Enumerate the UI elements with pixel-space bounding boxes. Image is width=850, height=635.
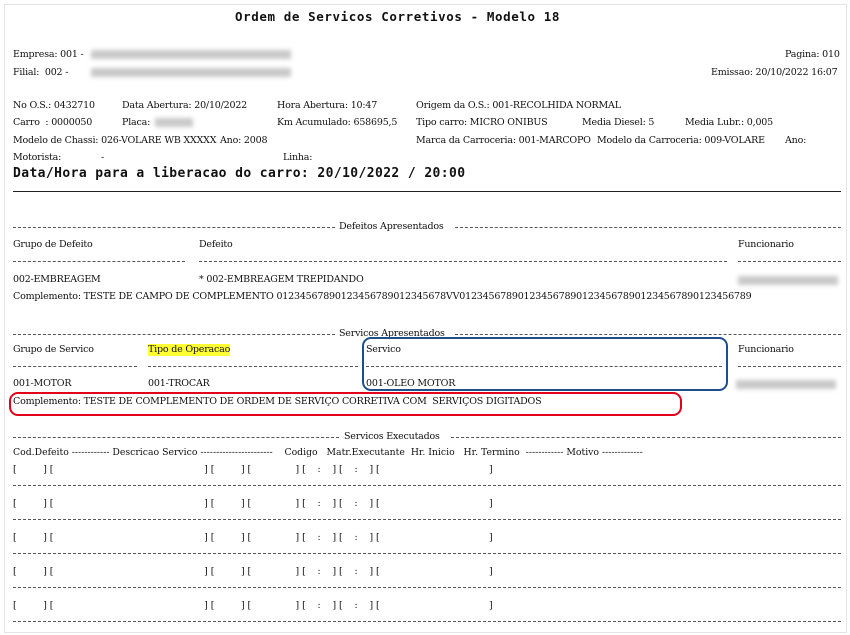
filial-label: Filial: 002 - (13, 67, 69, 78)
pagina-label: Pagina: 010 (785, 49, 840, 60)
funcionario-servico-redacted (736, 380, 836, 389)
grupo-servico-value: 001-MOTOR (13, 378, 72, 389)
executado-row-divider (13, 587, 841, 588)
data-abertura: Data Abertura: 20/10/2022 (122, 100, 248, 111)
defeito-underline (199, 261, 727, 262)
motorista-value: - (101, 152, 105, 163)
executado-row: [ ] [ ] [ ] [ ] [ : ] [ : ] [ ] (13, 464, 493, 475)
report-page: Ordem de Servicos Corretivos - Modelo 18… (4, 4, 847, 633)
funcionario-underline (738, 261, 841, 262)
km-acumulado: Km Acumulado: 658695,5 (277, 117, 398, 128)
funcionario-defeito-redacted (738, 276, 838, 285)
linha-label: Linha: (283, 152, 313, 163)
emissao-label: Emissao: 20/10/2022 16:07 (711, 67, 838, 78)
report-title: Ordem de Servicos Corretivos - Modelo 18 (235, 9, 561, 24)
col-defeito: Defeito (199, 239, 233, 250)
hora-abertura: Hora Abertura: 10:47 (277, 100, 378, 111)
col-funcionario-defeito: Funcionario (738, 239, 794, 250)
no-os: No O.S.: 0432710 (13, 100, 95, 111)
ano-carroceria: Ano: (785, 135, 807, 146)
tipo-carro: Tipo carro: MICRO ONIBUS (416, 117, 548, 128)
defeitos-section-title: Defeitos Apresentados (339, 221, 444, 232)
col-grupo-servico: Grupo de Servico (13, 344, 94, 355)
executado-row: [ ] [ ] [ ] [ ] [ : ] [ : ] [ ] (13, 600, 493, 611)
col-tipo-operacao: Tipo de Operacao (148, 344, 231, 356)
annotation-blue-box (362, 337, 728, 391)
placa-redacted (155, 118, 193, 127)
executado-row-divider (13, 621, 841, 622)
col-grupo-defeito: Grupo de Defeito (13, 239, 93, 250)
media-diesel: Media Diesel: 5 (582, 117, 655, 128)
executados-dash-left (13, 437, 339, 438)
modelo-carroceria: Modelo da Carroceria: 009-VOLARE (597, 135, 765, 146)
motorista-label: Motorista: (13, 152, 62, 163)
executados-dash-right (451, 437, 841, 438)
empresa-name-redacted (91, 50, 291, 59)
carro: Carro : 0000050 (13, 117, 93, 128)
liberacao-line: Data/Hora para a liberacao do carro: 20/… (13, 166, 466, 181)
ano-chassi: Ano: 2008 (220, 135, 268, 146)
grupo-servico-underline (13, 366, 137, 367)
defeito-complemento: Complemento: TESTE DE CAMPO DE COMPLEMEN… (13, 291, 752, 302)
servicos-dash-right (455, 334, 841, 335)
modelo-chassi: Modelo de Chassi: 026-VOLARE WB XXXXX (13, 135, 217, 146)
executado-row: [ ] [ ] [ ] [ ] [ : ] [ : ] [ ] (13, 566, 493, 577)
marca-carroceria: Marca da Carroceria: 001-MARCOPO (416, 135, 591, 146)
executados-header: Cod.Defeito ------------ Descricao Servi… (13, 447, 643, 458)
funcionario-servico-underline (738, 366, 841, 367)
filial-name-redacted (91, 68, 291, 77)
executado-row: [ ] [ ] [ ] [ ] [ : ] [ : ] [ ] (13, 498, 493, 509)
grupo-defeito-value: 002-EMBREAGEM (13, 274, 101, 285)
tipo-operacao-value: 001-TROCAR (148, 378, 210, 389)
executado-row-divider (13, 485, 841, 486)
grupo-defeito-underline (13, 261, 185, 262)
origem-os: Origem da O.S.: 001-RECOLHIDA NORMAL (416, 100, 621, 111)
executado-row-divider (13, 553, 841, 554)
servicos-dash-left (13, 334, 335, 335)
defeitos-dash-right (455, 227, 841, 228)
defeitos-dash-left (13, 227, 335, 228)
defeito-value: * 002-EMBREAGEM TREPIDANDO (199, 274, 364, 285)
annotation-red-box (9, 392, 682, 416)
executado-row: [ ] [ ] [ ] [ ] [ : ] [ : ] [ ] (13, 532, 493, 543)
placa-label: Placa: (122, 117, 151, 128)
executado-row-divider (13, 519, 841, 520)
header-divider (13, 191, 841, 192)
tipo-operacao-underline (148, 366, 358, 367)
media-lubr: Media Lubr.: 0,005 (685, 117, 773, 128)
col-funcionario-servico: Funcionario (738, 344, 794, 355)
empresa-label: Empresa: 001 - (13, 49, 84, 60)
servicos-executados-title: Servicos Executados (344, 431, 440, 442)
